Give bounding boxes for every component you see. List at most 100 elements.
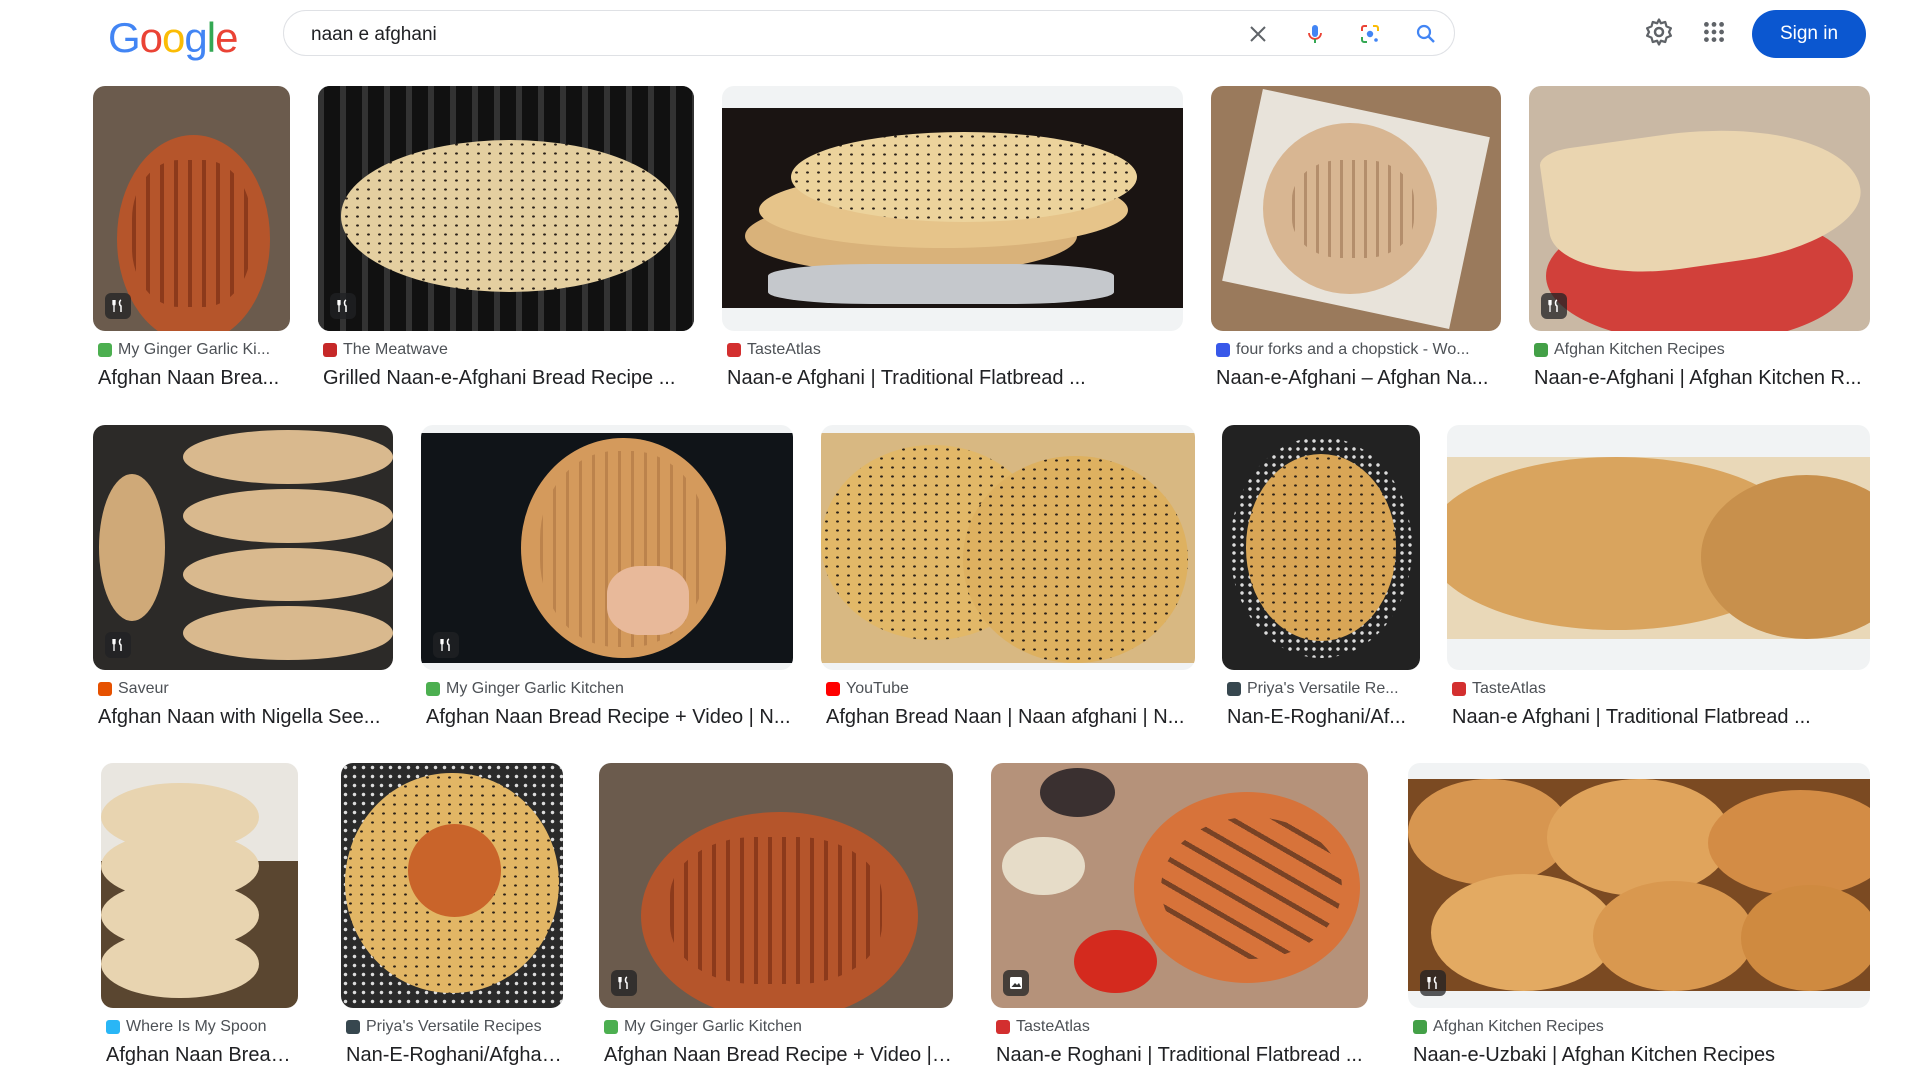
result-thumbnail[interactable] [1211,86,1501,331]
result-source[interactable]: Afghan Kitchen Recipes [1413,1018,1870,1036]
source-label: My Ginger Garlic Kitchen [624,1018,802,1035]
source-label: TasteAtlas [747,341,821,358]
result-thumbnail[interactable] [1408,763,1870,1008]
afghankitchen-icon [1413,1020,1427,1034]
result-source[interactable]: TasteAtlas [727,341,1183,359]
image-result-card[interactable]: TasteAtlas Naan-e Afghani | Traditional F… [722,86,1183,401]
image-result-card[interactable]: four forks and a chopstick - Wo... Naan-e… [1211,86,1501,401]
recipe-icon [330,293,356,319]
result-title[interactable]: Naan-e-Afghani | Afghan Kitchen R... [1534,367,1870,390]
logo-letter: o [162,14,185,61]
result-source[interactable]: Priya's Versatile Recipes [346,1018,563,1036]
ginger-icon [426,682,440,696]
result-title[interactable]: Afghan Bread Naan | Naan afghani | N... [826,706,1195,729]
search-input[interactable]: naan e afghani [311,24,437,46]
image-result-card[interactable]: Where Is My Spoon Afghan Naan Bread (... [101,763,298,1078]
lens-icon[interactable] [1358,22,1382,46]
sign-in-button[interactable]: Sign in [1752,10,1866,58]
microphone-icon[interactable] [1303,22,1327,46]
top-bar: Google naan e afghani Sign in [0,0,1920,70]
recipe-icon [1541,293,1567,319]
result-source[interactable]: Afghan Kitchen Recipes [1534,341,1870,359]
result-thumbnail[interactable] [421,425,793,670]
thumbnail-image [1408,779,1870,991]
tasteatlas-icon [1452,682,1466,696]
result-source[interactable]: Priya's Versatile Re... [1227,680,1420,698]
result-source[interactable]: My Ginger Garlic Ki... [98,341,290,359]
result-title[interactable]: Naan-e-Uzbaki | Afghan Kitchen Recipes [1413,1044,1870,1067]
image-result-card[interactable]: TasteAtlas Naan-e Roghani | Traditional F… [991,763,1368,1078]
image-result-card[interactable]: Priya's Versatile Recipes Nan-E-Roghani/A… [341,763,563,1078]
spoon-icon [106,1020,120,1034]
result-thumbnail[interactable] [101,763,298,1008]
search-box[interactable]: naan e afghani [283,10,1455,56]
result-thumbnail[interactable] [991,763,1368,1008]
result-source[interactable]: four forks and a chopstick - Wo... [1216,341,1501,359]
result-thumbnail[interactable] [1529,86,1870,331]
result-source[interactable]: YouTube [826,680,1195,698]
meatwave-icon [323,343,337,357]
thumbnail-image [722,108,1183,308]
result-thumbnail[interactable] [318,86,694,331]
logo-letter: l [206,14,216,61]
tasteatlas-icon [996,1020,1010,1034]
gear-icon[interactable] [1643,16,1675,48]
image-result-card[interactable]: My Ginger Garlic Ki... Afghan Naan Brea..… [93,86,290,401]
result-source[interactable]: TasteAtlas [996,1018,1368,1036]
source-label: TasteAtlas [1472,680,1546,697]
result-title[interactable]: Afghan Naan Bread (... [106,1044,298,1067]
image-result-card[interactable]: Afghan Kitchen Recipes Naan-e-Afghani | A… [1529,86,1870,401]
close-icon[interactable] [1246,22,1270,46]
wordpress-icon [1216,343,1230,357]
search-icon[interactable] [1414,22,1438,46]
image-result-card[interactable]: TasteAtlas Naan-e Afghani | Traditional F… [1447,425,1870,740]
recipe-icon [1420,970,1446,996]
result-source[interactable]: Saveur [98,680,393,698]
result-source[interactable]: My Ginger Garlic Kitchen [604,1018,953,1036]
result-title[interactable]: Naan-e-Afghani – Afghan Na... [1216,367,1501,390]
image-icon [1003,970,1029,996]
image-result-card[interactable]: My Ginger Garlic Kitchen Afghan Naan Brea… [421,425,793,740]
image-result-card[interactable]: Saveur Afghan Naan with Nigella See... [93,425,393,740]
thumbnail-image [1222,425,1420,670]
image-result-card[interactable]: Afghan Kitchen Recipes Naan-e-Uzbaki | Af… [1408,763,1870,1078]
result-title[interactable]: Naan-e Roghani | Traditional Flatbread .… [996,1044,1368,1067]
result-thumbnail[interactable] [722,86,1183,331]
source-label: Saveur [118,680,169,697]
result-title[interactable]: Afghan Naan Bread Recipe + Video | ... [604,1044,953,1067]
result-source[interactable]: Where Is My Spoon [106,1018,298,1036]
result-title[interactable]: Afghan Naan with Nigella See... [98,706,393,729]
result-title[interactable]: Afghan Naan Brea... [98,367,290,390]
result-source[interactable]: TasteAtlas [1452,680,1870,698]
result-thumbnail[interactable] [341,763,563,1008]
thumbnail-image [991,763,1368,1008]
result-thumbnail[interactable] [599,763,953,1008]
result-title[interactable]: Nan-E-Roghani/Af... [1227,706,1420,729]
thumbnail-image [1211,86,1501,331]
google-logo[interactable]: Google [108,14,238,62]
result-title[interactable]: Grilled Naan-e-Afghani Bread Recipe ... [323,367,694,390]
recipe-icon [433,632,459,658]
result-thumbnail[interactable] [93,86,290,331]
afghankitchen-icon [1534,343,1548,357]
result-title[interactable]: Afghan Naan Bread Recipe + Video | N... [426,706,793,729]
result-source[interactable]: The Meatwave [323,341,694,359]
image-result-card[interactable]: YouTube Afghan Bread Naan | Naan afghani … [821,425,1195,740]
result-thumbnail[interactable] [821,425,1195,670]
thumbnail-image [93,425,393,670]
result-title[interactable]: Nan-E-Roghani/Afghan... [346,1044,563,1067]
image-result-card[interactable]: My Ginger Garlic Kitchen Afghan Naan Brea… [599,763,953,1078]
result-title[interactable]: Naan-e Afghani | Traditional Flatbread .… [1452,706,1870,729]
ginger-icon [98,343,112,357]
result-thumbnail[interactable] [93,425,393,670]
result-title[interactable]: Naan-e Afghani | Traditional Flatbread .… [727,367,1183,390]
logo-letter: G [108,14,141,61]
priya-icon [346,1020,360,1034]
image-result-card[interactable]: The Meatwave Grilled Naan-e-Afghani Bread… [318,86,694,401]
apps-icon[interactable] [1698,16,1730,48]
result-thumbnail[interactable] [1222,425,1420,670]
result-thumbnail[interactable] [1447,425,1870,670]
image-result-card[interactable]: Priya's Versatile Re... Nan-E-Roghani/Af.… [1222,425,1420,740]
thumbnail-image [101,763,298,1008]
result-source[interactable]: My Ginger Garlic Kitchen [426,680,793,698]
